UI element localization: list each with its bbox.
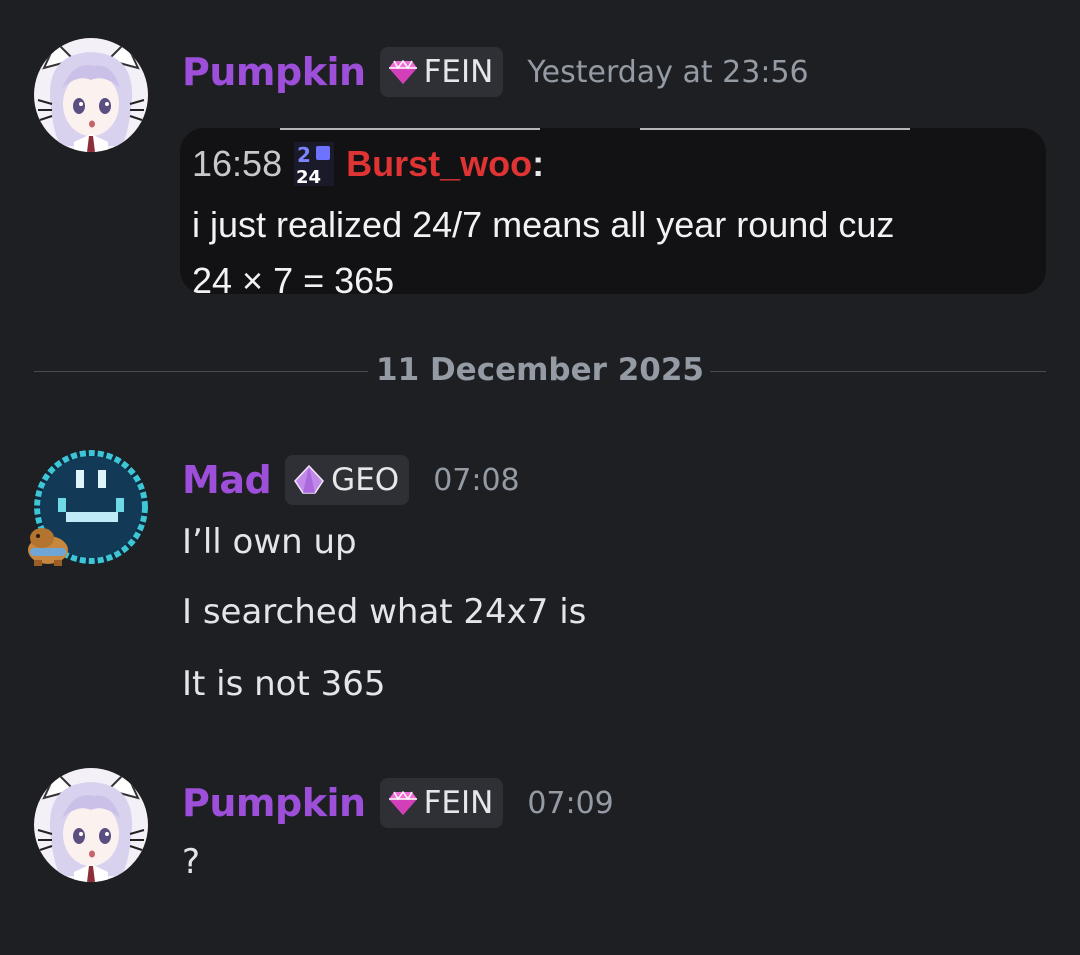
date-divider: 11 December 2025 bbox=[34, 346, 1046, 398]
badge-bottom-text: 24 bbox=[296, 167, 321, 186]
message-text: I’ll own up bbox=[182, 522, 357, 562]
message-header: Pumpkin FEIN 07:09 bbox=[182, 778, 614, 828]
username[interactable]: Mad bbox=[182, 458, 272, 502]
embed-username: Burst_woo bbox=[346, 143, 533, 184]
avatar[interactable] bbox=[34, 768, 148, 882]
message-header: Pumpkin FEIN Yesterday at 23:56 bbox=[182, 47, 809, 97]
timestamp[interactable]: Yesterday at 23:56 bbox=[527, 55, 808, 90]
clan-tag-label: FEIN bbox=[423, 785, 494, 821]
avatar-image bbox=[34, 38, 148, 152]
embed-colon: : bbox=[532, 143, 545, 184]
divider-date: 11 December 2025 bbox=[376, 352, 704, 388]
clan-tag-label: GEO bbox=[331, 462, 400, 498]
badge-top-text: 2 bbox=[297, 143, 311, 167]
clan-tag-label: FEIN bbox=[423, 54, 494, 90]
embed-time: 16:58 bbox=[192, 143, 283, 184]
message-text: I searched what 24x7 is bbox=[182, 592, 587, 632]
username[interactable]: Pumpkin bbox=[182, 50, 366, 94]
avatar[interactable] bbox=[34, 38, 148, 152]
clan-tag[interactable]: FEIN bbox=[379, 778, 504, 828]
clan-tag[interactable]: GEO bbox=[285, 455, 410, 505]
gem-icon bbox=[388, 790, 418, 816]
embed-text-line: i just realized 24/7 means all year roun… bbox=[192, 204, 895, 245]
divider-line bbox=[710, 371, 1046, 372]
cut-text-top bbox=[280, 128, 540, 130]
gem-icon bbox=[388, 59, 418, 85]
capybara-decoration-icon bbox=[28, 528, 68, 566]
cut-text-top bbox=[640, 128, 910, 130]
timestamp[interactable]: 07:08 bbox=[433, 463, 519, 498]
clan-tag[interactable]: FEIN bbox=[379, 47, 504, 97]
message-text: It is not 365 bbox=[182, 664, 386, 704]
calendar-badge-icon: 2 24 bbox=[294, 142, 335, 186]
timestamp[interactable]: 07:09 bbox=[527, 786, 613, 821]
username[interactable]: Pumpkin bbox=[182, 781, 366, 825]
embed-text-line: 24 × 7 = 365 bbox=[192, 260, 395, 294]
crystal-icon bbox=[294, 465, 325, 494]
message-header: Mad GEO 07:08 bbox=[182, 455, 520, 505]
embed-chat-header: 16:58 2 24 Burst_woo : bbox=[192, 142, 544, 186]
message-text: ? bbox=[182, 842, 201, 882]
avatar-image bbox=[34, 768, 148, 882]
embedded-screenshot[interactable]: 16:58 2 24 Burst_woo : i just realized 2… bbox=[180, 128, 1046, 294]
